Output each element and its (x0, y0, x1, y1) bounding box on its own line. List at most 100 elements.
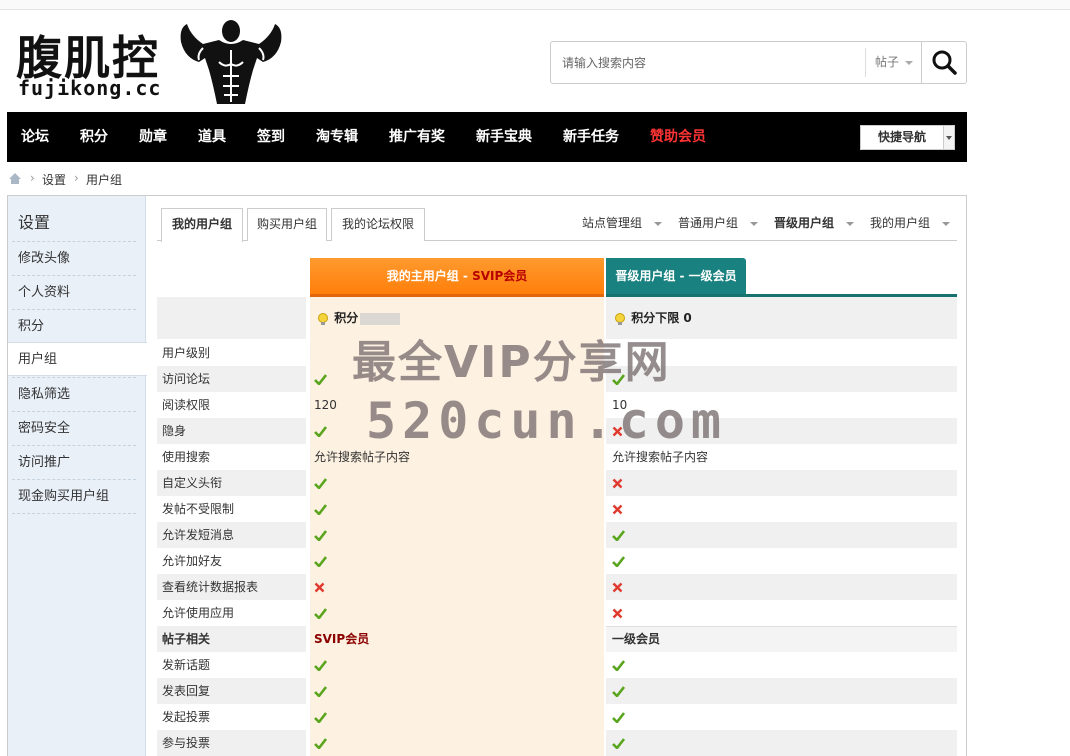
row-label: 参与投票 (157, 730, 306, 756)
main-points-label: 积分 (334, 311, 359, 325)
nav-item-tools[interactable]: 道具 (198, 112, 226, 162)
tab-my-groups[interactable]: 我的用户组 (161, 208, 243, 242)
row-label: 发帖不受限制 (162, 502, 235, 516)
table-row: 查看统计数据报表 (157, 574, 957, 600)
next-cell-bg (606, 418, 957, 444)
sidebar-item-profile[interactable]: 个人资料 (12, 275, 136, 309)
main-group-cell: 120 (314, 398, 337, 412)
sidebar-item-points[interactable]: 积分 (12, 309, 136, 343)
breadcrumb-settings[interactable]: 设置 (42, 171, 66, 188)
next-group-cell (612, 600, 623, 626)
check-icon (612, 374, 625, 385)
main-points: 积分 (316, 298, 401, 338)
tab-admin-groups-label: 站点管理组 (582, 216, 643, 230)
main-group-cell (314, 548, 327, 574)
search-bar: 帖子 (550, 41, 967, 84)
table-row: 发新话题 (157, 652, 957, 678)
table-row: 用户级别 (157, 340, 957, 366)
sidebar-item-avatar[interactable]: 修改头像 (12, 241, 136, 275)
search-input[interactable] (551, 42, 865, 83)
row-label: 允许发短消息 (157, 522, 306, 548)
main-group-cell (314, 574, 325, 600)
next-cell-bg (606, 522, 957, 548)
tab-upgrade-groups-label: 晋级用户组 (774, 216, 835, 230)
next-group-cell (612, 366, 625, 392)
tab-buy-groups[interactable]: 购买用户组 (247, 208, 327, 241)
table-row: 发帖不受限制 (157, 496, 957, 522)
cross-icon (612, 608, 623, 619)
sidebar-item-password[interactable]: 密码安全 (12, 411, 136, 445)
next-cell-bg (606, 470, 957, 496)
chevron-down-icon (943, 126, 954, 149)
check-icon (314, 426, 327, 437)
tab-admin-groups[interactable]: 站点管理组 (582, 208, 663, 241)
nav-item-points[interactable]: 积分 (80, 112, 108, 162)
top-strip (0, 0, 1070, 10)
main-group-cell (314, 366, 327, 392)
points-row-label-bg (157, 297, 306, 339)
nav-item-sponsor[interactable]: 赞助会员 (650, 112, 706, 162)
table-row: 隐身 (157, 418, 957, 444)
row-label: 发表回复 (157, 678, 306, 704)
nav-item-checkin[interactable]: 签到 (257, 112, 285, 162)
search-type-select[interactable]: 帖子 (865, 48, 921, 77)
nav-item-guide[interactable]: 新手宝典 (476, 112, 532, 162)
cross-icon (314, 582, 325, 593)
next-group-cell (612, 574, 623, 600)
check-icon (612, 556, 625, 567)
next-group-cell: 允许搜索帖子内容 (612, 450, 709, 464)
nav-item-tasks[interactable]: 新手任务 (563, 112, 619, 162)
cross-icon (612, 426, 623, 437)
next-group-cell (612, 678, 625, 704)
row-label: 用户级别 (162, 346, 211, 360)
row-label: 访问论坛 (157, 366, 306, 392)
next-cell-bg (606, 730, 957, 756)
sidebar-item-referral[interactable]: 访问推广 (12, 445, 136, 479)
next-cell-bg (606, 366, 957, 392)
nav-item-promotion[interactable]: 推广有奖 (389, 112, 445, 162)
nav-item-collections[interactable]: 淘专辑 (316, 112, 358, 162)
tab-upgrade-groups[interactable]: 晋级用户组 (774, 208, 855, 241)
check-icon (612, 660, 625, 671)
row-label: 隐身 (157, 418, 306, 444)
site-logo[interactable]: 腹肌控 fujikong.cc (14, 18, 294, 108)
tab-normal-groups[interactable]: 普通用户组 (678, 208, 759, 241)
breadcrumb-usergroup[interactable]: 用户组 (86, 171, 122, 188)
quick-nav-label: 快捷导航 (877, 130, 926, 144)
quick-nav-button[interactable]: 快捷导航 (860, 125, 955, 150)
check-icon (314, 478, 327, 489)
row-label: 发起投票 (162, 710, 211, 724)
settings-sidebar: 设置 修改头像 个人资料 积分 用户组 隐私筛选 密码安全 访问推广 现金购买用… (8, 196, 147, 756)
row-label: 自定义头衔 (157, 470, 306, 496)
bodybuilder-logo-icon (180, 20, 282, 104)
lightbulb-icon (615, 312, 625, 325)
lightbulb-icon (318, 312, 328, 325)
tab-forum-permissions[interactable]: 我的论坛权限 (331, 208, 425, 241)
tab-mine-groups[interactable]: 我的用户组 (870, 208, 951, 241)
check-icon (314, 686, 327, 697)
cross-icon (612, 582, 623, 593)
main-group-header: 我的主用户组 - SVIP会员 (310, 258, 604, 297)
check-icon (612, 686, 625, 697)
search-button[interactable] (921, 42, 967, 83)
search-icon (932, 50, 957, 75)
table-row: 自定义头衔 (157, 470, 957, 496)
sidebar-item-buy-group[interactable]: 现金购买用户组 (12, 479, 136, 513)
row-label: 发新话题 (162, 658, 211, 672)
check-icon (314, 504, 327, 515)
table-row: 允许发短消息 (157, 522, 957, 548)
next-points: 积分下限 0 (613, 298, 692, 338)
main-group-header-name: SVIP会员 (472, 269, 528, 283)
nav-item-forum[interactable]: 论坛 (21, 112, 49, 162)
next-group-cell: 10 (612, 398, 628, 412)
row-label: 查看统计数据报表 (157, 574, 306, 600)
nav-item-medals[interactable]: 勋章 (139, 112, 167, 162)
main-group-cell (314, 652, 327, 678)
chevron-down-icon (654, 221, 663, 226)
next-group-cell (612, 548, 625, 574)
sidebar-item-privacy[interactable]: 隐私筛选 (12, 377, 136, 411)
home-icon[interactable] (8, 172, 22, 185)
check-icon (314, 556, 327, 567)
next-group-cell (612, 522, 625, 548)
sidebar-item-usergroup[interactable]: 用户组 (8, 342, 147, 376)
